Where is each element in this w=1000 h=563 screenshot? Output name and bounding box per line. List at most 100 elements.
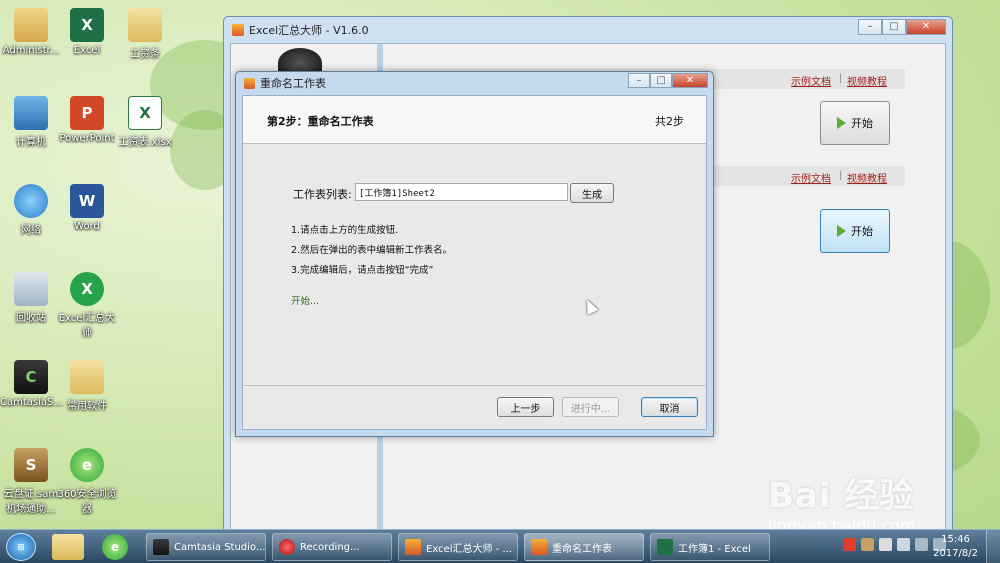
step-header: 第2步：重命名工作表 共2步: [243, 96, 706, 144]
maximize-button[interactable]: □: [650, 73, 672, 88]
task-label: Recording...: [300, 541, 360, 553]
desktop-icon-recycle-bin[interactable]: 回收站: [0, 272, 62, 324]
word-icon: W: [70, 184, 104, 218]
app-icon: [232, 24, 244, 36]
desktop-icon-label: Excel: [73, 45, 101, 56]
play-icon: [837, 225, 846, 237]
desktop-icon-label: PowerPoint: [59, 133, 115, 144]
desktop-icon-powerpoint[interactable]: P PowerPoint: [56, 96, 118, 144]
rename-sheet-dialog: 重命名工作表 – □ ✕ 第2步：重命名工作表 共2步 工作表列表: [工作簿1…: [235, 71, 714, 437]
excel-summary-icon: [405, 539, 421, 555]
desktop-icon-label: 工资表.xlsx: [118, 137, 172, 148]
close-button[interactable]: ✕: [906, 19, 946, 35]
system-tray: [843, 538, 946, 551]
dialog-icon: [531, 539, 547, 555]
step-title: 第2步：重命名工作表: [267, 115, 374, 128]
task-label: 重命名工作表: [552, 543, 612, 555]
clock-date: 2017/8/2: [933, 548, 978, 559]
desktop-icon-excel[interactable]: X Excel: [56, 8, 118, 56]
task-label: 工作簿1 - Excel: [678, 543, 751, 555]
desktop-icon-label: Excel汇总大师: [58, 313, 116, 339]
sheet-list-label: 工作表列表:: [293, 188, 352, 201]
video-tutorial-link[interactable]: 视频教程: [847, 170, 887, 185]
main-window-controls: – □ ✕: [858, 19, 946, 35]
example-doc-link[interactable]: 示例文档: [791, 170, 831, 185]
desktop-icon-administrator[interactable]: Administr...: [0, 8, 62, 56]
instruction-line: 2.然后在弹出的表中编辑新工作表名。: [291, 245, 453, 256]
desktop-icon-network[interactable]: 网络: [0, 184, 62, 236]
desktop-icon-360-browser[interactable]: e 360安全浏览器: [56, 448, 118, 515]
explorer-pinned-icon[interactable]: [52, 534, 84, 560]
folder-icon: [70, 360, 104, 394]
video-tutorial-link[interactable]: 视频教程: [847, 73, 887, 88]
excel-summary-icon: X: [70, 272, 104, 306]
task-excel-workbook[interactable]: 工作簿1 - Excel: [650, 533, 770, 561]
prev-step-button[interactable]: 上一步: [497, 397, 554, 417]
desktop-icon-label: 计算机: [16, 137, 46, 148]
in-progress-button[interactable]: 进行中...: [562, 397, 619, 417]
task-label: Camtasia Studio...: [174, 541, 266, 553]
desktop-icon-label: 网络: [21, 225, 41, 236]
volume-icon[interactable]: [897, 538, 910, 551]
start-button[interactable]: 开始: [820, 209, 890, 253]
desktop-icon-common-software[interactable]: 常用软件: [56, 360, 118, 412]
sogou-input-icon[interactable]: [843, 538, 856, 551]
dialog-client: 第2步：重命名工作表 共2步 工作表列表: [工作簿1]Sheet2 生成 1.…: [242, 95, 707, 430]
desktop-icon-label: 360安全浏览器: [57, 489, 117, 515]
example-doc-link[interactable]: 示例文档: [791, 73, 831, 88]
task-recording[interactable]: Recording...: [272, 533, 392, 561]
desktop-icon-salary-xlsx[interactable]: X 工资表.xlsx: [114, 96, 176, 148]
link-separator: |: [839, 170, 843, 181]
start-button-label: 开始: [851, 225, 873, 238]
desktop-icon-label: CamtasiaS...: [0, 397, 63, 408]
task-rename-dialog[interactable]: 重命名工作表: [524, 533, 644, 561]
taskbar: ⊞ e Camtasia Studio... Recording... Exce…: [0, 529, 1000, 563]
desktop-icon-cloud-app[interactable]: S 云盘证.sam 机场通助...: [0, 448, 62, 515]
play-icon: [837, 117, 846, 129]
minimize-button[interactable]: –: [628, 73, 650, 88]
desktop-icon-label: Administr...: [2, 45, 60, 56]
network-icon: [14, 184, 48, 218]
maximize-button[interactable]: □: [882, 19, 906, 35]
desktop-icon-salary-folder[interactable]: 工资条: [114, 8, 176, 60]
recycle-bin-icon: [14, 272, 48, 306]
excel-icon: X: [70, 8, 104, 42]
desktop-icon-label: Word: [74, 221, 100, 232]
desktop-icon-camtasia[interactable]: C CamtasiaS...: [0, 360, 63, 408]
minimize-button[interactable]: –: [858, 19, 882, 35]
user-folder-icon: [14, 8, 48, 42]
360-browser-pinned-icon[interactable]: e: [102, 534, 128, 560]
desktop-icon-label: 回收站: [16, 313, 46, 324]
camtasia-icon: [153, 539, 169, 555]
main-window-title: Excel汇总大师 - V1.6.0: [249, 24, 369, 37]
start-button[interactable]: ⊞: [6, 533, 36, 561]
step-count: 共2步: [655, 115, 684, 128]
dialog-icon: [244, 77, 255, 89]
recording-icon: [279, 539, 295, 555]
cancel-button[interactable]: 取消: [641, 397, 698, 417]
tray-flag-icon[interactable]: [879, 538, 892, 551]
main-window-titlebar[interactable]: Excel汇总大师 - V1.6.0: [224, 17, 952, 43]
desktop-icon-label: 常用软件: [67, 401, 107, 412]
xlsx-file-icon: X: [128, 96, 162, 130]
task-camtasia[interactable]: Camtasia Studio...: [146, 533, 266, 561]
tray-app-icon[interactable]: [861, 538, 874, 551]
clock-time: 15:46: [941, 534, 970, 545]
desktop-icon-excel-summary[interactable]: X Excel汇总大师: [56, 272, 118, 339]
network-tray-icon[interactable]: [915, 538, 928, 551]
generate-button[interactable]: 生成: [570, 183, 614, 203]
show-desktop-button[interactable]: [986, 530, 1000, 563]
desktop-icon-computer[interactable]: 计算机: [0, 96, 62, 148]
start-button-label: 开始: [851, 117, 873, 130]
link-separator: |: [839, 73, 843, 84]
task-excel-summary[interactable]: Excel汇总大师 - ...: [398, 533, 518, 561]
close-button[interactable]: ✕: [672, 73, 708, 88]
sheet-list-field[interactable]: [工作簿1]Sheet2: [355, 183, 568, 201]
clock[interactable]: 15:46 2017/8/2: [933, 533, 978, 561]
desktop-icon-label: 云盘证.sam 机场通助...: [3, 489, 59, 515]
desktop-icon-word[interactable]: W Word: [56, 184, 118, 232]
status-text: 开始...: [291, 296, 320, 307]
browser-icon: e: [70, 448, 104, 482]
start-button[interactable]: 开始: [820, 101, 890, 145]
computer-icon: [14, 96, 48, 130]
